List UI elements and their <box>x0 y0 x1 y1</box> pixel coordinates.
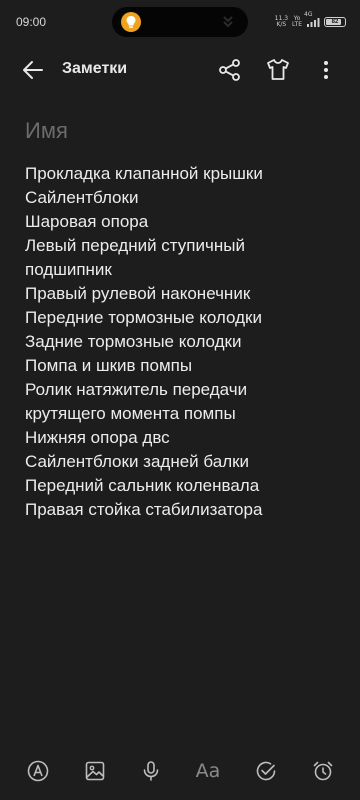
battery-level: 82 <box>331 19 339 25</box>
note-line: Передние тормозные колодки <box>25 308 262 327</box>
more-options-button[interactable] <box>316 56 336 84</box>
reminder-button[interactable] <box>310 758 336 784</box>
back-button[interactable] <box>20 56 48 84</box>
volte-indicator: Yo LTE <box>292 15 302 28</box>
arrow-left-icon <box>23 61 43 79</box>
alarm-clock-icon <box>313 761 333 781</box>
network-speed: 11.3 K/S <box>274 15 289 28</box>
handwriting-button[interactable] <box>25 758 51 784</box>
note-line: Нижняя опора двс <box>25 428 170 447</box>
note-line: Передний сальник коленвала <box>25 476 260 495</box>
checklist-button[interactable] <box>253 758 279 784</box>
signal-icon: 4G <box>304 12 320 28</box>
note-title-input[interactable]: Имя <box>25 118 68 144</box>
lightbulb-icon <box>121 12 141 32</box>
status-icons: 11.3 K/S Yo LTE 4G 82 <box>274 12 346 31</box>
note-line: Помпа и шкив помпы <box>25 356 193 375</box>
app-title: Заметки <box>62 60 128 77</box>
text-format-button[interactable]: Aa <box>195 758 221 784</box>
note-body[interactable]: Прокладка клапанной крышки Сайлентблоки Ша… <box>25 162 335 522</box>
pen-icon <box>27 760 49 782</box>
note-line: Сайлентблоки <box>25 188 139 207</box>
note-line: Правая стойка стабилизатора <box>25 500 263 519</box>
theme-button[interactable] <box>264 56 292 84</box>
note-line: Прокладка клапанной крышки <box>25 164 263 183</box>
insert-image-button[interactable] <box>82 758 108 784</box>
voice-input-button[interactable] <box>138 758 164 784</box>
status-bar: 09:00 11.3 K/S Yo LTE 4G 82 <box>0 0 360 44</box>
note-line: подшипник <box>25 260 112 279</box>
image-icon <box>85 761 105 781</box>
note-line: Сайлентблоки задней балки <box>25 452 250 471</box>
check-circle-icon <box>256 761 276 781</box>
note-line: Задние тормозные колодки <box>25 332 242 351</box>
share-icon <box>219 59 240 81</box>
app-bar: Заметки <box>0 44 360 96</box>
note-line: Левый передний ступичный <box>25 236 245 255</box>
note-line: Ролик натяжитель передачи <box>25 380 248 399</box>
battery-icon: 82 <box>324 17 346 27</box>
status-time: 09:00 <box>16 15 47 29</box>
share-button[interactable] <box>216 56 244 84</box>
dynamic-island[interactable] <box>112 7 248 37</box>
tshirt-icon <box>267 59 289 80</box>
bottom-toolbar: Aa <box>0 754 360 790</box>
note-line: Шаровая опора <box>25 212 149 231</box>
note-line: Правый рулевой наконечник <box>25 284 251 303</box>
more-vertical-icon <box>324 61 328 79</box>
microphone-icon <box>143 761 159 781</box>
note-line: крутящего момента помпы <box>25 404 236 423</box>
download-arrows-icon <box>223 16 233 28</box>
